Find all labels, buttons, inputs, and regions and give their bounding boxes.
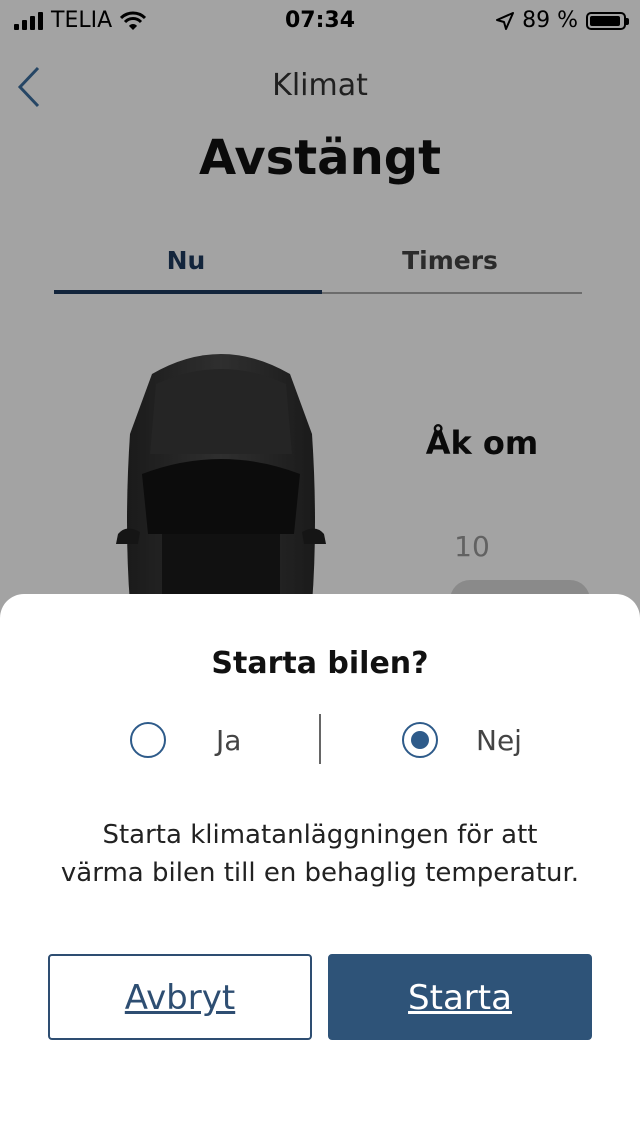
description-line-1: Starta klimatanläggningen för att: [102, 820, 538, 850]
start-option-group: Ja Nej: [0, 714, 640, 774]
cancel-button[interactable]: Avbryt: [48, 954, 312, 1040]
start-button[interactable]: Starta: [328, 954, 592, 1040]
climate-screen: TELIA 07:34 89 % Klimat Avstängt Nu Time…: [0, 0, 640, 1136]
dialog-description: Starta klimatanläggningen för att värma …: [0, 816, 640, 892]
radio-selected-dot: [411, 731, 429, 749]
option-divider: [319, 714, 321, 764]
radio-ja[interactable]: [130, 722, 166, 758]
radio-nej-label[interactable]: Nej: [476, 724, 522, 757]
dialog-title: Starta bilen?: [211, 646, 429, 681]
start-car-dialog: Starta bilen? Ja Nej Starta klimatanlägg…: [0, 594, 640, 1136]
radio-ja-label[interactable]: Ja: [216, 724, 241, 757]
radio-nej[interactable]: [402, 722, 438, 758]
description-line-2: värma bilen till en behaglig temperatur.: [60, 858, 580, 888]
